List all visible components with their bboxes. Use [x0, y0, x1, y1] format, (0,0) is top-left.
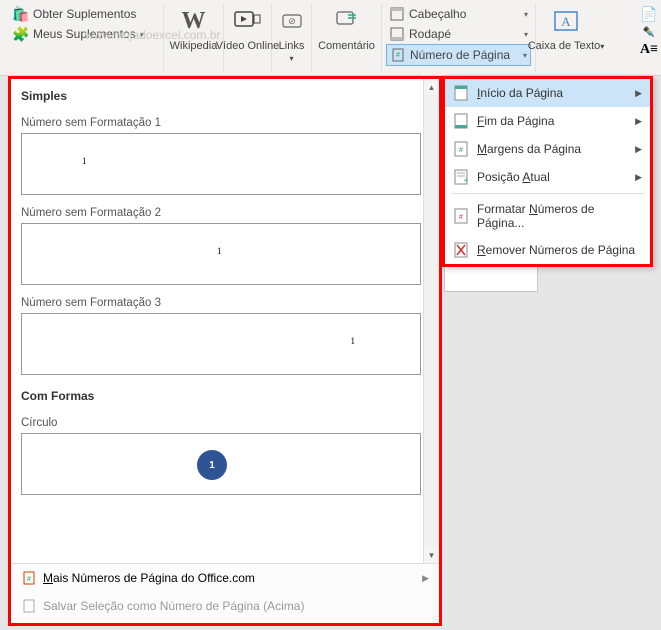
- menu-remover-numeros[interactable]: Remover Números de Página: [445, 236, 650, 264]
- gallery-item-preview-2[interactable]: 1: [21, 223, 421, 285]
- gallery-item-label: Número sem Formatação 3: [21, 289, 421, 313]
- label: Margens da Página: [477, 142, 581, 156]
- chevron-down-icon: ▾: [140, 30, 144, 39]
- section-simples: Simples: [21, 85, 421, 109]
- label: Fim da Página: [477, 114, 554, 128]
- section-com-formas: Com Formas: [21, 385, 421, 409]
- wikipedia-icon: W: [178, 4, 210, 38]
- video-online-button[interactable]: Vídeo Online: [224, 4, 272, 72]
- page-number-gallery: Simples Número sem Formatação 1 1 Número…: [8, 76, 442, 626]
- chevron-right-icon: ▶: [422, 573, 429, 584]
- chevron-down-icon: ▾: [524, 10, 528, 19]
- obter-suplementos-button[interactable]: 🛍️ Obter Suplementos: [10, 4, 159, 24]
- label: Comentário: [318, 38, 375, 52]
- page-number-sample: 1: [351, 336, 356, 346]
- label: Rodapé: [409, 27, 451, 41]
- gallery-scrollbar[interactable]: ▲ ▼: [423, 79, 439, 563]
- page-number-sample: 1: [82, 156, 87, 166]
- svg-text:#: #: [459, 214, 463, 221]
- label: Wikipedia: [170, 38, 218, 52]
- label: Cabeçalho: [409, 7, 466, 21]
- links-button[interactable]: ⊘ Links▾: [272, 4, 312, 72]
- label: Início da Página: [477, 86, 563, 100]
- remove-numbers-icon: [453, 242, 469, 258]
- label: Remover Números de Página: [477, 243, 635, 257]
- gallery-footer: # Mais Números de Página do Office.com ▶…: [11, 563, 439, 620]
- label: Caixa de Texto▾: [528, 38, 605, 52]
- label: Meus Suplementos: [33, 27, 136, 41]
- page-top-icon: [453, 85, 469, 101]
- chevron-right-icon: ▶: [635, 144, 642, 155]
- office-icon: #: [21, 570, 37, 586]
- link-icon: ⊘: [276, 4, 308, 38]
- label: Posição Atual: [477, 170, 550, 184]
- comment-icon: [331, 4, 363, 38]
- puzzle-icon: 🧩: [13, 26, 29, 42]
- cabecalho-button[interactable]: Cabeçalho ▾: [386, 4, 531, 24]
- comentario-button[interactable]: Comentário: [312, 4, 382, 72]
- group-suplementos: 🛍️ Obter Suplementos 🧩 Meus Suplementos …: [6, 4, 164, 72]
- format-numbers-icon: #: [453, 208, 469, 224]
- caixa-texto-button[interactable]: A Caixa de Texto▾: [536, 4, 596, 72]
- salvar-selecao-button: Salvar Seleção como Número de Página (Ac…: [11, 592, 439, 620]
- quick-parts-icon[interactable]: 📄: [641, 6, 657, 22]
- label: Vídeo Online: [216, 38, 280, 52]
- store-icon: 🛍️: [13, 6, 29, 22]
- menu-posicao-atual[interactable]: # Posição Atual ▶: [445, 163, 650, 191]
- wordart-icon[interactable]: ✒️: [641, 24, 657, 40]
- chevron-right-icon: ▶: [635, 172, 642, 183]
- gallery-item-label: Número sem Formatação 1: [21, 109, 421, 133]
- numero-pagina-button[interactable]: # Número de Página ▾: [386, 44, 531, 66]
- meus-suplementos-button[interactable]: 🧩 Meus Suplementos ▾: [10, 24, 159, 44]
- footer-icon: [389, 26, 405, 42]
- menu-formatar-numeros[interactable]: # Formatar Números de Página...: [445, 196, 650, 236]
- page-margins-icon: #: [453, 141, 469, 157]
- menu-inicio-pagina[interactable]: Início da Página ▶: [445, 79, 650, 107]
- current-position-icon: #: [453, 169, 469, 185]
- page-number-icon: #: [390, 47, 406, 63]
- svg-text:#: #: [27, 576, 31, 583]
- scroll-up-icon[interactable]: ▲: [424, 79, 439, 95]
- scroll-down-icon[interactable]: ▼: [424, 547, 439, 563]
- label: Links▾: [279, 38, 305, 64]
- svg-text:A: A: [561, 14, 571, 29]
- dropcap-icon[interactable]: A≡: [641, 42, 657, 58]
- gallery-item-label: Número sem Formatação 2: [21, 199, 421, 223]
- save-selection-icon: [21, 598, 37, 614]
- group-cabecalho-rodape: Cabeçalho ▾ Rodapé ▾ # Número de Página …: [382, 4, 536, 72]
- label: Formatar Números de Página...: [477, 202, 642, 230]
- label: Número de Página: [410, 48, 510, 62]
- video-icon: [232, 4, 264, 38]
- rodape-button[interactable]: Rodapé ▾: [386, 24, 531, 44]
- menu-fim-pagina[interactable]: Fim da Página ▶: [445, 107, 650, 135]
- ribbon: 🛍️ Obter Suplementos 🧩 Meus Suplementos …: [0, 0, 661, 76]
- svg-text:#: #: [396, 52, 400, 59]
- gallery-item-preview-circulo[interactable]: 1: [21, 433, 421, 495]
- chevron-right-icon: ▶: [635, 88, 642, 99]
- svg-text:⊘: ⊘: [288, 16, 296, 26]
- menu-margens-pagina[interactable]: # Margens da Página ▶: [445, 135, 650, 163]
- menu-separator: [451, 193, 644, 194]
- page-number-sample: 1: [217, 246, 222, 256]
- textbox-icon: A: [550, 4, 582, 38]
- chevron-down-icon: ▾: [523, 51, 527, 60]
- gallery-item-label: Círculo: [21, 409, 421, 433]
- svg-text:#: #: [459, 147, 463, 154]
- header-icon: [389, 6, 405, 22]
- label: Salvar Seleção como Número de Página (Ac…: [43, 599, 304, 613]
- page-number-circle: 1: [197, 450, 227, 480]
- label: Obter Suplementos: [33, 7, 136, 21]
- numero-pagina-menu: Início da Página ▶ Fim da Página ▶ # Mar…: [442, 76, 653, 267]
- mais-numeros-office-button[interactable]: # Mais Números de Página do Office.com ▶: [11, 564, 439, 592]
- chevron-right-icon: ▶: [635, 116, 642, 127]
- label: Mais Números de Página do Office.com: [43, 571, 255, 585]
- gallery-item-preview-1[interactable]: 1: [21, 133, 421, 195]
- gallery-item-preview-3[interactable]: 1: [21, 313, 421, 375]
- page-bottom-icon: [453, 113, 469, 129]
